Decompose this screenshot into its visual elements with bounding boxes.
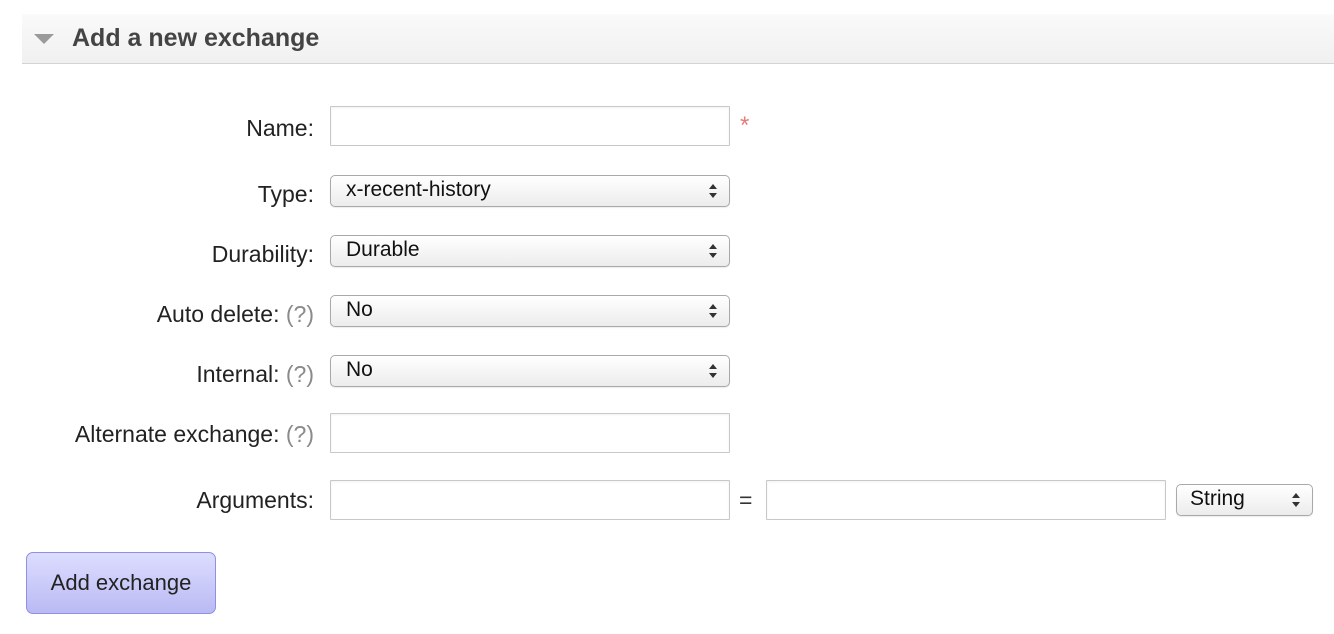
type-label: Type: bbox=[257, 181, 314, 207]
select-arrows-icon bbox=[709, 304, 717, 318]
auto-delete-select-value: No bbox=[346, 298, 373, 321]
auto-delete-select[interactable]: No bbox=[330, 295, 730, 327]
type-select[interactable]: x-recent-history bbox=[330, 175, 730, 207]
alternate-exchange-label-text: Alternate exchange: bbox=[74, 421, 280, 447]
name-input[interactable] bbox=[330, 106, 730, 146]
section-header[interactable]: Add a new exchange bbox=[22, 14, 1334, 64]
type-select-value: x-recent-history bbox=[346, 178, 491, 201]
arguments-type-select-value: String bbox=[1190, 487, 1245, 510]
auto-delete-help[interactable]: (?) bbox=[286, 301, 314, 327]
select-arrows-icon bbox=[709, 184, 717, 198]
section-title: Add a new exchange bbox=[72, 24, 320, 52]
alternate-exchange-help[interactable]: (?) bbox=[286, 421, 314, 447]
auto-delete-label-text: Auto delete: bbox=[156, 301, 280, 327]
add-exchange-button[interactable]: Add exchange bbox=[26, 552, 216, 614]
alternate-exchange-label: Alternate exchange: (?) bbox=[75, 421, 314, 448]
arguments-value-input[interactable] bbox=[766, 480, 1166, 520]
internal-select[interactable]: No bbox=[330, 355, 730, 387]
alternate-exchange-input[interactable] bbox=[330, 413, 730, 453]
arguments-type-select[interactable]: String bbox=[1176, 484, 1313, 516]
durability-label: Durability: bbox=[211, 241, 314, 267]
select-arrows-icon bbox=[709, 244, 717, 258]
select-arrows-icon bbox=[1292, 493, 1300, 507]
arguments-label: Arguments: bbox=[196, 487, 314, 513]
equals-sign: = bbox=[739, 487, 753, 513]
internal-help[interactable]: (?) bbox=[286, 361, 314, 387]
auto-delete-label: Auto delete: (?) bbox=[157, 301, 314, 328]
internal-label: Internal: (?) bbox=[196, 361, 314, 388]
collapse-triangle-icon[interactable] bbox=[34, 34, 54, 44]
durability-select-value: Durable bbox=[346, 238, 420, 261]
arguments-key-input[interactable] bbox=[330, 480, 730, 520]
internal-label-text: Internal: bbox=[196, 361, 280, 387]
internal-select-value: No bbox=[346, 358, 373, 381]
name-label: Name: bbox=[246, 115, 314, 141]
required-asterisk: * bbox=[740, 112, 750, 139]
durability-select[interactable]: Durable bbox=[330, 235, 730, 267]
select-arrows-icon bbox=[709, 364, 717, 378]
